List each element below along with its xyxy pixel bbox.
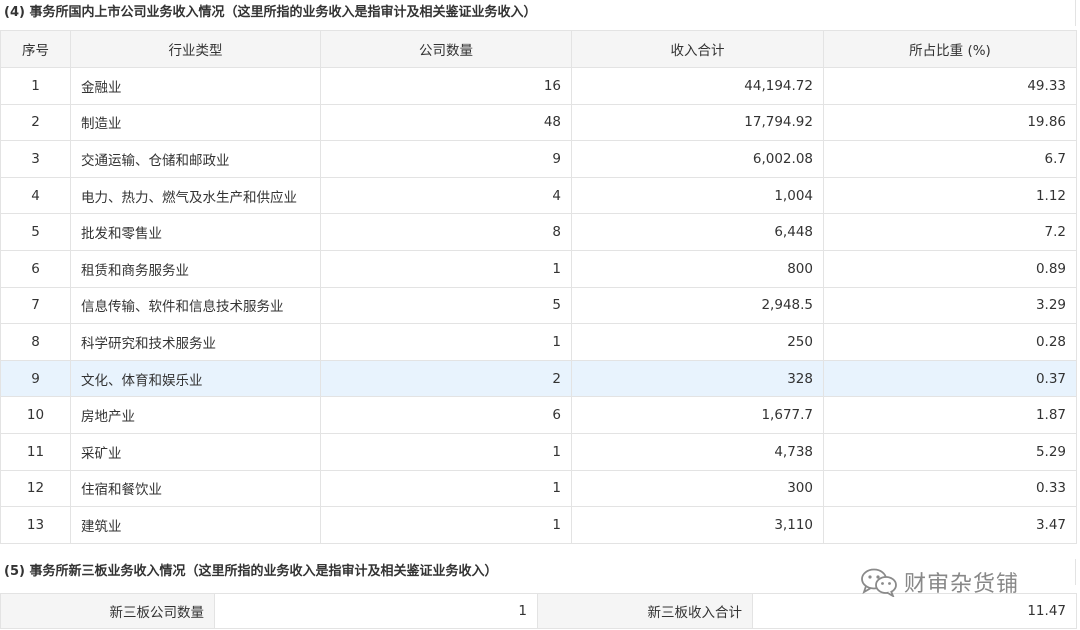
neeq-company-count-value: 1 <box>214 593 538 629</box>
cell-industry: 制造业 <box>70 103 321 142</box>
cell-total-income: 3,110 <box>571 506 824 544</box>
cell-company-count: 1 <box>320 506 572 544</box>
cell-total-income: 6,002.08 <box>571 140 824 178</box>
cell-total-income: 17,794.92 <box>571 103 824 142</box>
cell-index: 6 <box>0 249 71 288</box>
cell-share: 0.89 <box>823 249 1077 288</box>
cell-industry: 批发和零售业 <box>70 213 321 251</box>
header-industry: 行业类型 <box>70 30 321 68</box>
table-row: 11 采矿业 1 4,738 5.29 <box>0 432 1077 471</box>
cell-company-count: 8 <box>320 213 572 251</box>
cell-index: 1 <box>0 67 71 105</box>
cell-total-income: 2,948.5 <box>571 286 824 325</box>
section-4-title: (4) 事务所国内上市公司业务收入情况（这里所指的业务收入是指审计及相关鉴证业务… <box>0 0 1076 26</box>
table-row: 12 住宿和餐饮业 1 300 0.33 <box>0 469 1077 508</box>
cell-company-count: 48 <box>320 103 572 142</box>
neeq-company-count-label: 新三板公司数量 <box>0 593 215 629</box>
wechat-icon <box>861 568 897 597</box>
neeq-income-label: 新三板收入合计 <box>537 593 753 629</box>
section-gap <box>0 544 1076 558</box>
cell-industry: 金融业 <box>70 67 321 105</box>
cell-share: 0.28 <box>823 323 1077 361</box>
table-row: 9 文化、体育和娱乐业 2 328 0.37 <box>0 359 1077 398</box>
table-row: 3 交通运输、仓储和邮政业 9 6,002.08 6.7 <box>0 140 1077 178</box>
table-row: 8 科学研究和技术服务业 1 250 0.28 <box>0 323 1077 361</box>
industry-income-table: 序号 行业类型 公司数量 收入合计 所占比重 (%) 1 金融业 16 44,194.… <box>0 30 1077 544</box>
table-row: 4 电力、热力、燃气及水生产和供应业 4 1,004 1.12 <box>0 176 1077 215</box>
header-company-count: 公司数量 <box>320 30 572 68</box>
header-share: 所占比重 (%) <box>823 30 1077 68</box>
cell-industry: 科学研究和技术服务业 <box>70 323 321 361</box>
cell-company-count: 16 <box>320 67 572 105</box>
watermark-text: 财审杂货铺 <box>904 572 1020 597</box>
cell-total-income: 1,004 <box>571 176 824 215</box>
cell-total-income: 4,738 <box>571 432 824 471</box>
cell-industry: 电力、热力、燃气及水生产和供应业 <box>70 176 321 215</box>
cell-industry: 信息传输、软件和信息技术服务业 <box>70 286 321 325</box>
cell-total-income: 1,677.7 <box>571 396 824 434</box>
table-row: 13 建筑业 1 3,110 3.47 <box>0 506 1077 544</box>
table-row: 1 金融业 16 44,194.72 49.33 <box>0 67 1077 105</box>
cell-share: 7.2 <box>823 213 1077 251</box>
cell-company-count: 1 <box>320 432 572 471</box>
cell-share: 5.29 <box>823 432 1077 471</box>
table-row: 10 房地产业 6 1,677.7 1.87 <box>0 396 1077 434</box>
cell-industry: 住宿和餐饮业 <box>70 469 321 508</box>
cell-industry: 租赁和商务服务业 <box>70 249 321 288</box>
table-row: 2 制造业 48 17,794.92 19.86 <box>0 103 1077 142</box>
cell-industry: 文化、体育和娱乐业 <box>70 359 321 398</box>
cell-industry: 交通运输、仓储和邮政业 <box>70 140 321 178</box>
cell-total-income: 250 <box>571 323 824 361</box>
cell-index: 7 <box>0 286 71 325</box>
cell-share: 1.87 <box>823 396 1077 434</box>
cell-share: 19.86 <box>823 103 1077 142</box>
cell-total-income: 328 <box>571 359 824 398</box>
cell-share: 0.37 <box>823 359 1077 398</box>
cell-company-count: 4 <box>320 176 572 215</box>
cell-share: 0.33 <box>823 469 1077 508</box>
cell-company-count: 1 <box>320 249 572 288</box>
header-total-income: 收入合计 <box>571 30 824 68</box>
cell-share: 6.7 <box>823 140 1077 178</box>
watermark: 财审杂货铺 <box>860 564 1019 600</box>
cell-company-count: 2 <box>320 359 572 398</box>
cell-industry: 房地产业 <box>70 396 321 434</box>
cell-total-income: 300 <box>571 469 824 508</box>
header-index: 序号 <box>0 30 71 68</box>
cell-total-income: 44,194.72 <box>571 67 824 105</box>
cell-industry: 建筑业 <box>70 506 321 544</box>
table-row: 5 批发和零售业 8 6,448 7.2 <box>0 213 1077 251</box>
table-header-row: 序号 行业类型 公司数量 收入合计 所占比重 (%) <box>0 30 1077 68</box>
cell-share: 3.47 <box>823 506 1077 544</box>
cell-company-count: 1 <box>320 323 572 361</box>
cell-share: 1.12 <box>823 176 1077 215</box>
cell-total-income: 6,448 <box>571 213 824 251</box>
cell-company-count: 5 <box>320 286 572 325</box>
cell-index: 11 <box>0 432 71 471</box>
cell-index: 2 <box>0 103 71 142</box>
cell-index: 5 <box>0 213 71 251</box>
cell-share: 49.33 <box>823 67 1077 105</box>
cell-company-count: 1 <box>320 469 572 508</box>
table-row: 6 租赁和商务服务业 1 800 0.89 <box>0 249 1077 288</box>
cell-company-count: 6 <box>320 396 572 434</box>
cell-index: 10 <box>0 396 71 434</box>
cell-total-income: 800 <box>571 249 824 288</box>
cell-index: 8 <box>0 323 71 361</box>
cell-index: 3 <box>0 140 71 178</box>
cell-industry: 采矿业 <box>70 432 321 471</box>
cell-index: 13 <box>0 506 71 544</box>
cell-share: 3.29 <box>823 286 1077 325</box>
cell-index: 4 <box>0 176 71 215</box>
cell-index: 9 <box>0 359 71 398</box>
cell-company-count: 9 <box>320 140 572 178</box>
cell-index: 12 <box>0 469 71 508</box>
table-row: 7 信息传输、软件和信息技术服务业 5 2,948.5 3.29 <box>0 286 1077 325</box>
